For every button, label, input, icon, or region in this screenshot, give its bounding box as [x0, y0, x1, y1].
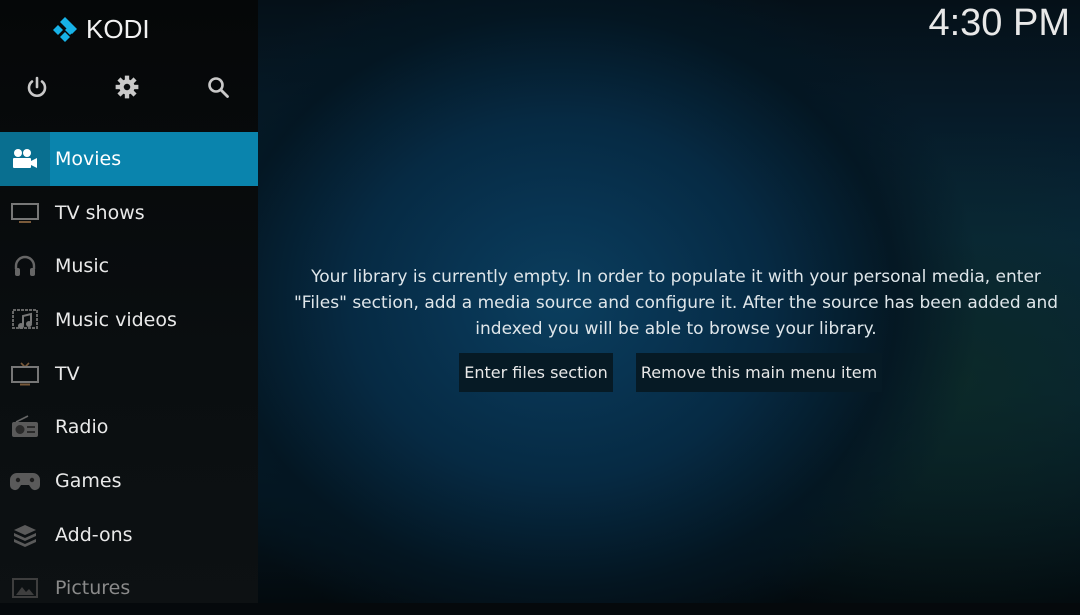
search-button[interactable]: [203, 72, 233, 102]
menu-item-label: Music: [55, 255, 109, 277]
settings-button[interactable]: [112, 72, 142, 102]
sidebar: KODI: [0, 0, 258, 603]
addons-box-icon: [0, 508, 50, 562]
remove-menu-item-button[interactable]: Remove this main menu item: [636, 353, 882, 392]
power-button[interactable]: [22, 72, 52, 102]
empty-library-message: Your library is currently empty. In orde…: [290, 264, 1062, 342]
clock: 4:30 PM: [928, 2, 1070, 45]
gear-icon: [114, 74, 140, 100]
menu-item-pictures[interactable]: Pictures: [0, 562, 258, 615]
search-icon: [206, 75, 230, 99]
menu-item-games[interactable]: Games: [0, 454, 258, 508]
main-menu: Movies TV shows Music: [0, 132, 258, 615]
menu-item-label: Radio: [55, 416, 108, 438]
menu-item-music[interactable]: Music: [0, 239, 258, 293]
power-icon: [25, 75, 49, 99]
menu-item-label: TV shows: [55, 202, 145, 224]
monitor-icon: [0, 186, 50, 240]
kodi-logo-icon: [50, 15, 80, 45]
movie-camera-icon: [0, 132, 50, 186]
menu-item-tv-shows[interactable]: TV shows: [0, 186, 258, 240]
tv-antenna-icon: [0, 347, 50, 401]
menu-item-tv[interactable]: TV: [0, 347, 258, 401]
menu-item-label: Pictures: [55, 577, 130, 599]
enter-files-section-button[interactable]: Enter files section: [459, 353, 613, 392]
menu-item-music-videos[interactable]: Music videos: [0, 293, 258, 347]
menu-item-radio[interactable]: Radio: [0, 400, 258, 454]
app-name: KODI: [86, 14, 150, 45]
menu-item-label: Movies: [55, 148, 121, 170]
music-video-icon: [0, 293, 50, 347]
headphones-icon: [0, 239, 50, 293]
picture-icon: [0, 562, 50, 615]
menu-item-movies[interactable]: Movies: [0, 132, 258, 186]
menu-item-label: TV: [55, 363, 80, 385]
menu-item-label: Music videos: [55, 309, 177, 331]
kodi-logo: KODI: [50, 14, 150, 45]
menu-item-label: Games: [55, 470, 121, 492]
gamepad-icon: [0, 454, 50, 508]
menu-item-label: Add-ons: [55, 524, 133, 546]
radio-icon: [0, 400, 50, 454]
menu-item-addons[interactable]: Add-ons: [0, 508, 258, 562]
